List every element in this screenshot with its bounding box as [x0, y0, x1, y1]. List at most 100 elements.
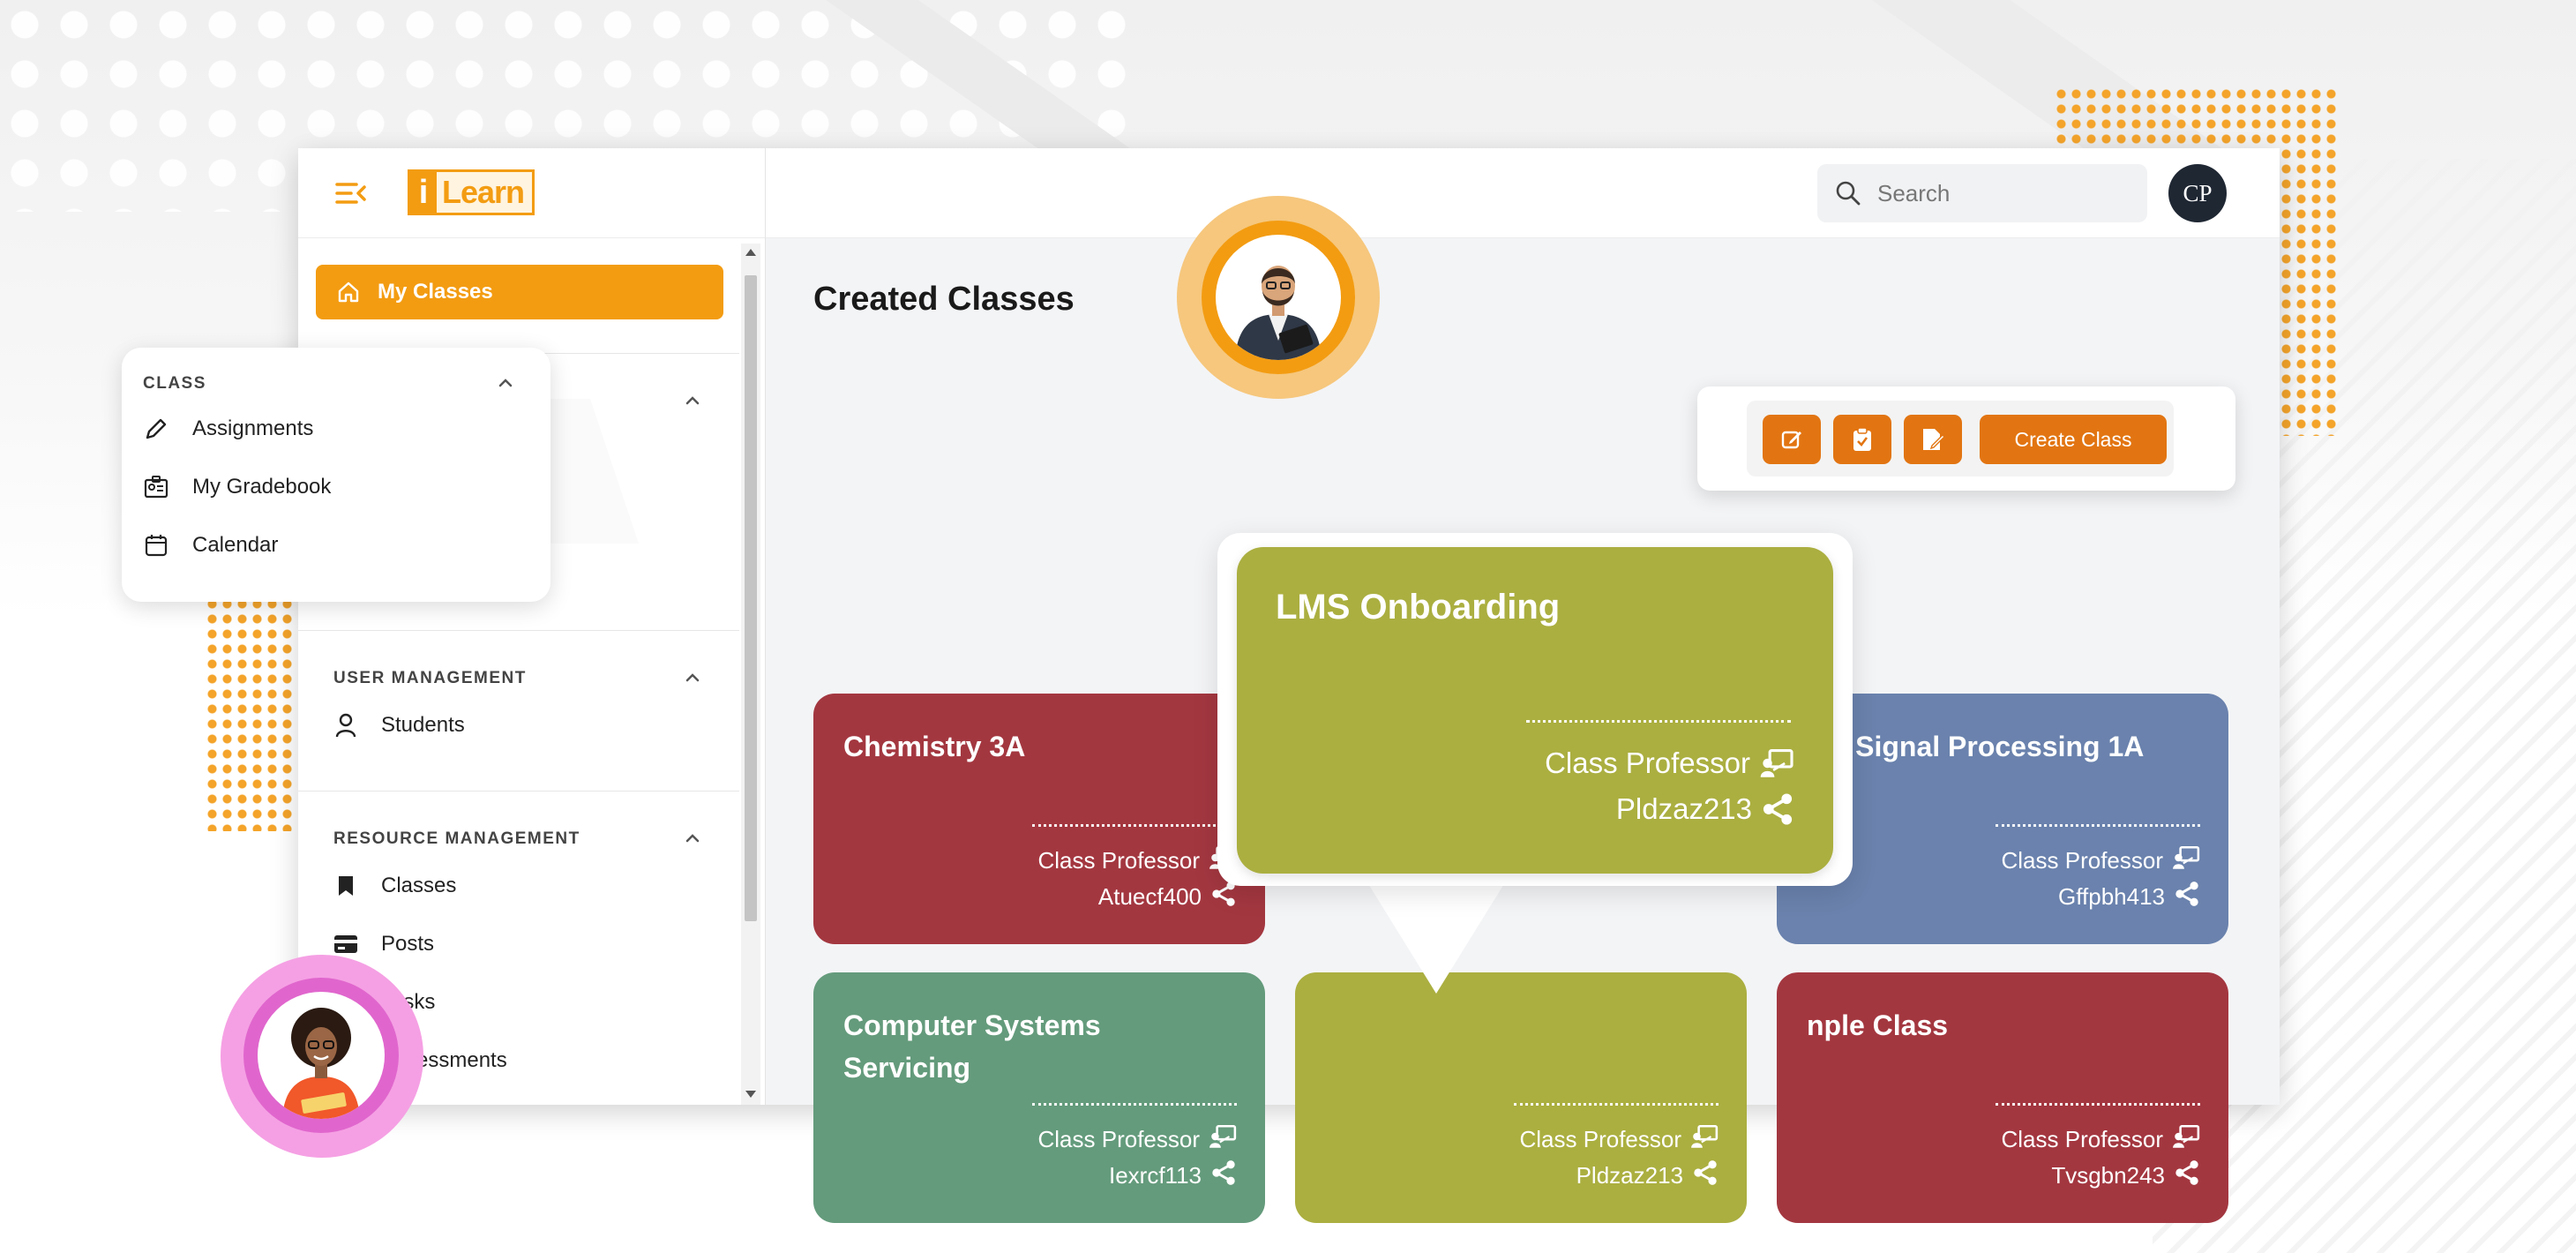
user-icon — [333, 713, 358, 738]
menu-item-calendar[interactable]: Calendar — [143, 533, 278, 558]
class-code: Pldzaz213 — [1615, 792, 1752, 825]
clipboard-button[interactable] — [1833, 415, 1891, 464]
teacher-photo — [1216, 235, 1341, 360]
document-edit-button[interactable] — [1904, 415, 1962, 464]
dotted-divider — [1514, 1103, 1719, 1106]
dotted-divider — [1996, 824, 2200, 827]
logo-mark: i — [410, 172, 437, 213]
class-dropdown-menu: CLASS Assignments My Gradebook Calendar — [122, 348, 550, 602]
divider — [298, 791, 739, 792]
sidebar-item-classes[interactable]: Classes — [333, 874, 456, 898]
role-label: Class Professor — [1519, 1126, 1682, 1152]
class-card-title: Chemistry 3A — [843, 731, 1026, 762]
class-card[interactable]: Class Professor Pldzaz213 — [1295, 972, 1747, 1223]
search-icon — [1836, 181, 1861, 206]
section-title-class: CLASS — [143, 374, 206, 393]
teacher-icon — [2172, 1124, 2200, 1155]
class-card-role: Class Professor — [1545, 747, 1794, 780]
teacher-icon — [1209, 1124, 1237, 1155]
search-input[interactable] — [1877, 179, 2133, 207]
user-avatar[interactable]: CP — [2168, 164, 2227, 222]
class-card[interactable]: Chemistry 3A Class Professor Atuecf400 — [813, 694, 1265, 944]
scrollbar-thumb[interactable] — [745, 275, 757, 921]
sidebar-item-students[interactable]: Students — [333, 713, 465, 738]
chevron-up-icon[interactable] — [685, 833, 700, 844]
dotted-divider — [1032, 1103, 1237, 1106]
teacher-icon — [1690, 1124, 1719, 1155]
class-code: Pldzaz213 — [1576, 1162, 1683, 1189]
class-card-role: Class Professor — [2002, 845, 2201, 876]
edit-button[interactable] — [1763, 415, 1821, 464]
document-edit-icon — [1923, 429, 1945, 450]
edit-icon — [1781, 431, 1801, 449]
chevron-up-icon[interactable] — [498, 378, 513, 388]
share-icon[interactable] — [1210, 881, 1237, 913]
sidebar-item-posts[interactable]: Posts — [333, 932, 434, 957]
class-card-title: ital Signal Processing 1A — [1807, 731, 2145, 762]
section-title-user-management: USER MANAGEMENT — [333, 669, 527, 687]
share-icon[interactable] — [2174, 881, 2200, 913]
sidebar-header: i Learn — [298, 148, 765, 238]
class-code: Tvsgbn243 — [2051, 1162, 2165, 1189]
page-title: Created Classes — [813, 281, 1075, 318]
class-code: Gffpbh413 — [2058, 883, 2165, 910]
scroll-up-arrow-icon[interactable] — [745, 249, 756, 256]
role-label: Class Professor — [1545, 747, 1750, 779]
class-card-title: LMS Onboarding — [1276, 588, 1561, 626]
calendar-icon — [143, 533, 169, 558]
create-class-button[interactable]: Create Class — [1980, 415, 2167, 464]
top-bar: CP — [766, 148, 2280, 238]
sidebar-item-label: Students — [381, 713, 465, 737]
class-code: Atuecf400 — [1097, 883, 1202, 910]
class-card-role: Class Professor — [1520, 1124, 1719, 1155]
dotted-divider — [1526, 720, 1791, 723]
toolbar-group: Create Class — [1747, 401, 2174, 476]
section-title-resource-management: RESOURCE MANAGEMENT — [333, 829, 580, 848]
pencil-icon — [143, 416, 169, 441]
chevron-up-icon[interactable] — [685, 672, 700, 683]
role-label: Class Professor — [2001, 1126, 2164, 1152]
teacher-icon — [2172, 845, 2200, 876]
class-card[interactable]: nple Class Class Professor Tvsgbn243 — [1777, 972, 2228, 1223]
divider — [298, 630, 739, 631]
popup-tail — [1367, 882, 1505, 994]
class-card-role: Class Professor — [2002, 1124, 2201, 1155]
class-card-code: Iexrcf113 — [1109, 1159, 1237, 1192]
bookmark-icon — [333, 874, 358, 897]
menu-item-my-gradebook[interactable]: My Gradebook — [143, 475, 331, 499]
class-card-code: Tvsgbn243 — [2051, 1159, 2200, 1192]
share-icon[interactable] — [1692, 1159, 1719, 1192]
class-code: Iexrcf113 — [1108, 1162, 1202, 1189]
share-icon[interactable] — [1761, 792, 1794, 826]
home-icon — [338, 281, 359, 303]
scroll-down-arrow-icon[interactable] — [745, 1091, 756, 1098]
student-photo — [258, 992, 385, 1119]
menu-item-label: My Gradebook — [192, 475, 332, 499]
share-icon[interactable] — [2174, 1159, 2200, 1192]
gradebook-icon — [143, 476, 169, 499]
class-card-code: Atuecf400 — [1098, 881, 1237, 913]
menu-item-assignments[interactable]: Assignments — [143, 416, 313, 441]
menu-collapse-icon[interactable] — [335, 180, 367, 206]
app-logo[interactable]: i Learn — [408, 169, 535, 215]
class-card[interactable]: Computer Systems Servicing Class Professo… — [813, 972, 1265, 1223]
clipboard-check-icon — [1853, 427, 1871, 451]
class-card-code: Gffpbh413 — [2058, 881, 2200, 913]
sidebar-item-label: Posts — [381, 932, 435, 956]
class-card-lms-onboarding[interactable]: LMS Onboarding Class Professor Pldzaz213 — [1237, 547, 1833, 874]
chevron-up-icon[interactable] — [685, 395, 700, 406]
sidebar-scrollbar[interactable] — [741, 244, 760, 1105]
class-card-role: Class Professor — [1038, 1124, 1238, 1155]
sidebar-item-label: My Classes — [378, 280, 493, 304]
sidebar-item-my-classes[interactable]: My Classes — [316, 265, 723, 319]
card-icon — [333, 934, 358, 954]
class-card-code: Pldzaz213 — [1576, 1159, 1719, 1192]
sidebar: i Learn My Classes USER MANAGEMENT Stude… — [298, 148, 766, 1105]
search-box[interactable] — [1817, 164, 2147, 222]
share-icon[interactable] — [1210, 1159, 1237, 1192]
menu-item-label: Assignments — [192, 416, 314, 440]
role-label: Class Professor — [1037, 1126, 1201, 1152]
class-card-role: Class Professor — [1038, 845, 1238, 876]
role-label: Class Professor — [2001, 847, 2164, 874]
orange-dot-pattern — [205, 596, 296, 831]
